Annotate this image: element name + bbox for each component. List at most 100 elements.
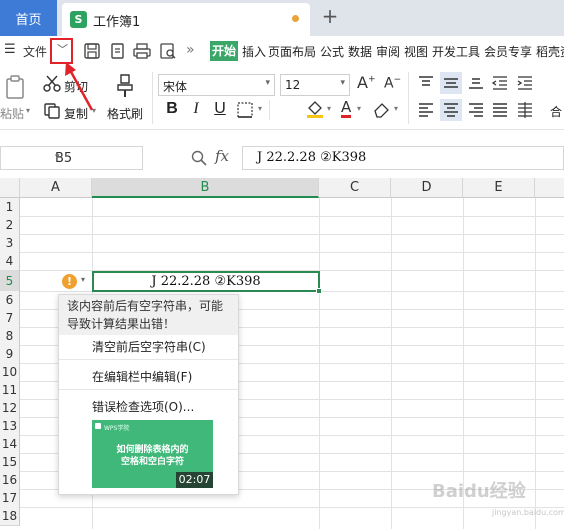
- align-left-icon[interactable]: [417, 102, 435, 118]
- increase-font-size-icon[interactable]: A+: [357, 73, 376, 92]
- zoom-icon[interactable]: [190, 149, 208, 167]
- tutorial-video-thumbnail[interactable]: WPS学院 如何删除表格内的 空格和空白字符 02:07: [92, 420, 213, 488]
- distributed-align-icon[interactable]: [516, 102, 534, 118]
- hamburger-menu-icon[interactable]: ☰: [4, 42, 16, 57]
- menu-tab-view[interactable]: 视图: [404, 43, 428, 60]
- copy-icon[interactable]: [43, 102, 61, 120]
- italic-button[interactable]: I: [186, 100, 206, 118]
- paste-caret-icon[interactable]: ▾: [26, 106, 30, 115]
- fill-handle[interactable]: [316, 288, 322, 294]
- edit-in-formula-bar-menu-item[interactable]: 在编辑栏中编辑(F): [59, 368, 238, 385]
- underline-button[interactable]: U: [210, 100, 230, 118]
- border-caret-icon[interactable]: ▾: [258, 104, 262, 113]
- row-header-16[interactable]: 16: [0, 471, 20, 490]
- column-header-a[interactable]: A: [20, 178, 92, 198]
- export-pdf-icon[interactable]: [108, 41, 128, 61]
- new-tab-button[interactable]: +: [318, 5, 342, 29]
- name-box[interactable]: B5 ▾: [0, 146, 143, 170]
- more-quick-access-icon[interactable]: »: [186, 42, 195, 58]
- save-icon[interactable]: [82, 41, 102, 61]
- row-header-1[interactable]: 1: [0, 198, 20, 217]
- select-all-corner[interactable]: [0, 178, 20, 198]
- menu-tab-member[interactable]: 会员专享: [484, 43, 532, 60]
- align-bottom-icon[interactable]: [467, 75, 485, 91]
- decrease-font-size-icon[interactable]: A−: [384, 75, 401, 92]
- paste-icon[interactable]: [2, 74, 28, 100]
- fx-icon[interactable]: fx: [215, 147, 229, 165]
- gridline: [20, 216, 564, 217]
- row-header-11[interactable]: 11: [0, 381, 20, 400]
- increase-indent-icon[interactable]: [516, 75, 534, 91]
- menu-tab-data[interactable]: 数据: [348, 43, 372, 60]
- row-header-4[interactable]: 4: [0, 252, 20, 271]
- fill-color-caret-icon[interactable]: ▾: [327, 104, 331, 113]
- eraser-icon[interactable]: [372, 100, 392, 118]
- error-check-options-menu-item[interactable]: 错误检查选项(O)...: [59, 398, 238, 415]
- eraser-caret-icon[interactable]: ▾: [394, 104, 398, 113]
- row-header-7[interactable]: 7: [0, 309, 20, 328]
- font-name-select[interactable]: 宋体 ▾: [158, 74, 275, 96]
- row-header-8[interactable]: 8: [0, 327, 20, 346]
- row-header-14[interactable]: 14: [0, 435, 20, 454]
- clear-whitespace-menu-item[interactable]: 清空前后空字符串(C): [59, 338, 238, 355]
- row-header-17[interactable]: 17: [0, 489, 20, 508]
- menu-tab-start[interactable]: 开始: [210, 41, 239, 61]
- watermark-url: jingyan.baidu.com: [492, 508, 564, 517]
- menu-tab-developer[interactable]: 开发工具: [432, 43, 480, 60]
- align-center-icon[interactable]: [440, 99, 462, 121]
- row-header-13[interactable]: 13: [0, 417, 20, 436]
- column-header-c[interactable]: C: [319, 178, 391, 198]
- column-header-f[interactable]: [535, 178, 564, 198]
- border-icon[interactable]: [236, 101, 254, 119]
- warning-caret-icon[interactable]: ▾: [81, 275, 85, 284]
- align-top-icon[interactable]: [417, 75, 435, 91]
- column-header-b[interactable]: B: [92, 178, 319, 198]
- cell-b5[interactable]: J 22.2.28 ②K398: [92, 271, 322, 294]
- chevron-down-icon: ▾: [340, 78, 345, 88]
- unsaved-dot-icon: [292, 15, 299, 22]
- align-right-icon[interactable]: [467, 102, 485, 118]
- column-header-d[interactable]: D: [391, 178, 463, 198]
- cut-button[interactable]: 剪切: [64, 78, 88, 95]
- error-warning-icon[interactable]: !: [62, 274, 77, 289]
- copy-button[interactable]: 复制: [64, 105, 88, 122]
- gridline: [20, 507, 564, 508]
- row-header-3[interactable]: 3: [0, 234, 20, 253]
- bold-button[interactable]: B: [162, 100, 182, 118]
- print-preview-icon[interactable]: [158, 41, 178, 61]
- row-header-2[interactable]: 2: [0, 216, 20, 235]
- row-header-10[interactable]: 10: [0, 363, 20, 382]
- font-color-caret-icon[interactable]: ▾: [357, 104, 361, 113]
- file-dropdown-button[interactable]: ﹀: [50, 38, 73, 64]
- menu-tab-formula[interactable]: 公式: [320, 43, 344, 60]
- formula-input[interactable]: J 22.2.28 ②K398: [242, 146, 564, 170]
- column-header-e[interactable]: E: [463, 178, 535, 198]
- decrease-indent-icon[interactable]: [491, 75, 509, 91]
- menu-tab-insert[interactable]: 插入: [242, 43, 266, 60]
- tab-home[interactable]: 首页: [0, 0, 57, 36]
- menu-tab-page-layout[interactable]: 页面布局: [268, 43, 316, 60]
- font-color-icon[interactable]: A: [341, 99, 352, 118]
- row-header-6[interactable]: 6: [0, 291, 20, 310]
- menu-file[interactable]: 文件: [23, 43, 47, 60]
- menu-tab-review[interactable]: 审阅: [376, 43, 400, 60]
- row-header-9[interactable]: 9: [0, 345, 20, 364]
- format-painter-icon[interactable]: [114, 73, 136, 99]
- row-header-12[interactable]: 12: [0, 399, 20, 418]
- copy-caret-icon[interactable]: ▾: [92, 106, 96, 115]
- print-icon[interactable]: [132, 41, 152, 61]
- align-middle-icon[interactable]: [440, 72, 462, 94]
- merge-cells-button[interactable]: 合: [550, 103, 562, 120]
- fill-color-icon[interactable]: [305, 99, 325, 119]
- format-painter-button[interactable]: 格式刷: [107, 105, 143, 122]
- font-size-select[interactable]: 12 ▾: [280, 74, 350, 96]
- video-brand: WPS学院: [104, 425, 130, 432]
- row-header-5[interactable]: 5: [0, 270, 20, 292]
- justify-icon[interactable]: [491, 102, 509, 118]
- row-header-18[interactable]: 18: [0, 507, 20, 526]
- scissors-icon[interactable]: [43, 75, 61, 93]
- paste-label[interactable]: 粘贴: [0, 105, 24, 122]
- menu-tab-docer[interactable]: 稻壳资: [536, 43, 564, 60]
- row-header-15[interactable]: 15: [0, 453, 20, 472]
- tab-workbook[interactable]: S 工作簿1: [62, 3, 310, 36]
